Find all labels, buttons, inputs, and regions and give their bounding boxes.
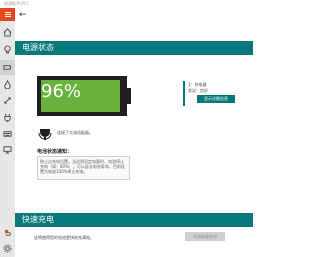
left-nav	[0, 8, 15, 257]
home-icon[interactable]	[3, 28, 12, 37]
battery-gauge: 96%	[37, 76, 127, 116]
legend-accent-bar	[183, 81, 185, 106]
back-arrow-icon[interactable]: ←	[19, 11, 27, 20]
fast-charge-header: 快速充电	[15, 213, 253, 227]
menu-button[interactable]	[0, 8, 15, 21]
start-fast-charge-button[interactable]: 开始快速充电	[185, 232, 225, 241]
battery-tip-title: 电池状态通知：	[37, 149, 73, 155]
weather-icon[interactable]	[3, 228, 12, 237]
battery-percent: 96%	[41, 81, 82, 102]
gear-icon[interactable]	[3, 244, 12, 253]
show-details-button[interactable]: 显示详细信息	[197, 95, 235, 103]
bulb-icon[interactable]	[3, 45, 12, 54]
fast-charge-description: 这将使得您的电池更快地充满电。	[34, 235, 94, 240]
title-bar: 电源助手(PC)	[0, 0, 253, 8]
ac-plug-icon	[38, 124, 52, 140]
keyboard-icon[interactable]	[3, 129, 12, 138]
swap-icon[interactable]	[3, 96, 12, 105]
legend-charger: 1：充电器	[188, 82, 207, 87]
charger-legend: 1：充电器 状况：良好 显示详细信息	[183, 81, 249, 106]
adapter-connected-text: 连接了交流适配器。	[57, 130, 93, 135]
power-status-header: 电源状态	[15, 41, 253, 55]
battery-tip	[127, 88, 131, 104]
plug-icon[interactable]	[3, 113, 12, 122]
window-title: 电源助手(PC)	[4, 1, 29, 6]
battery-icon[interactable]	[3, 63, 12, 72]
monitor-icon[interactable]	[3, 145, 12, 154]
legend-status: 状况：良好	[188, 88, 208, 93]
battery-tip-body: 防止过充电设置。当达到设定电量时，电池停止充电（如：80%）。可以延长电池寿命。…	[37, 156, 130, 180]
flame-icon[interactable]	[3, 80, 12, 89]
